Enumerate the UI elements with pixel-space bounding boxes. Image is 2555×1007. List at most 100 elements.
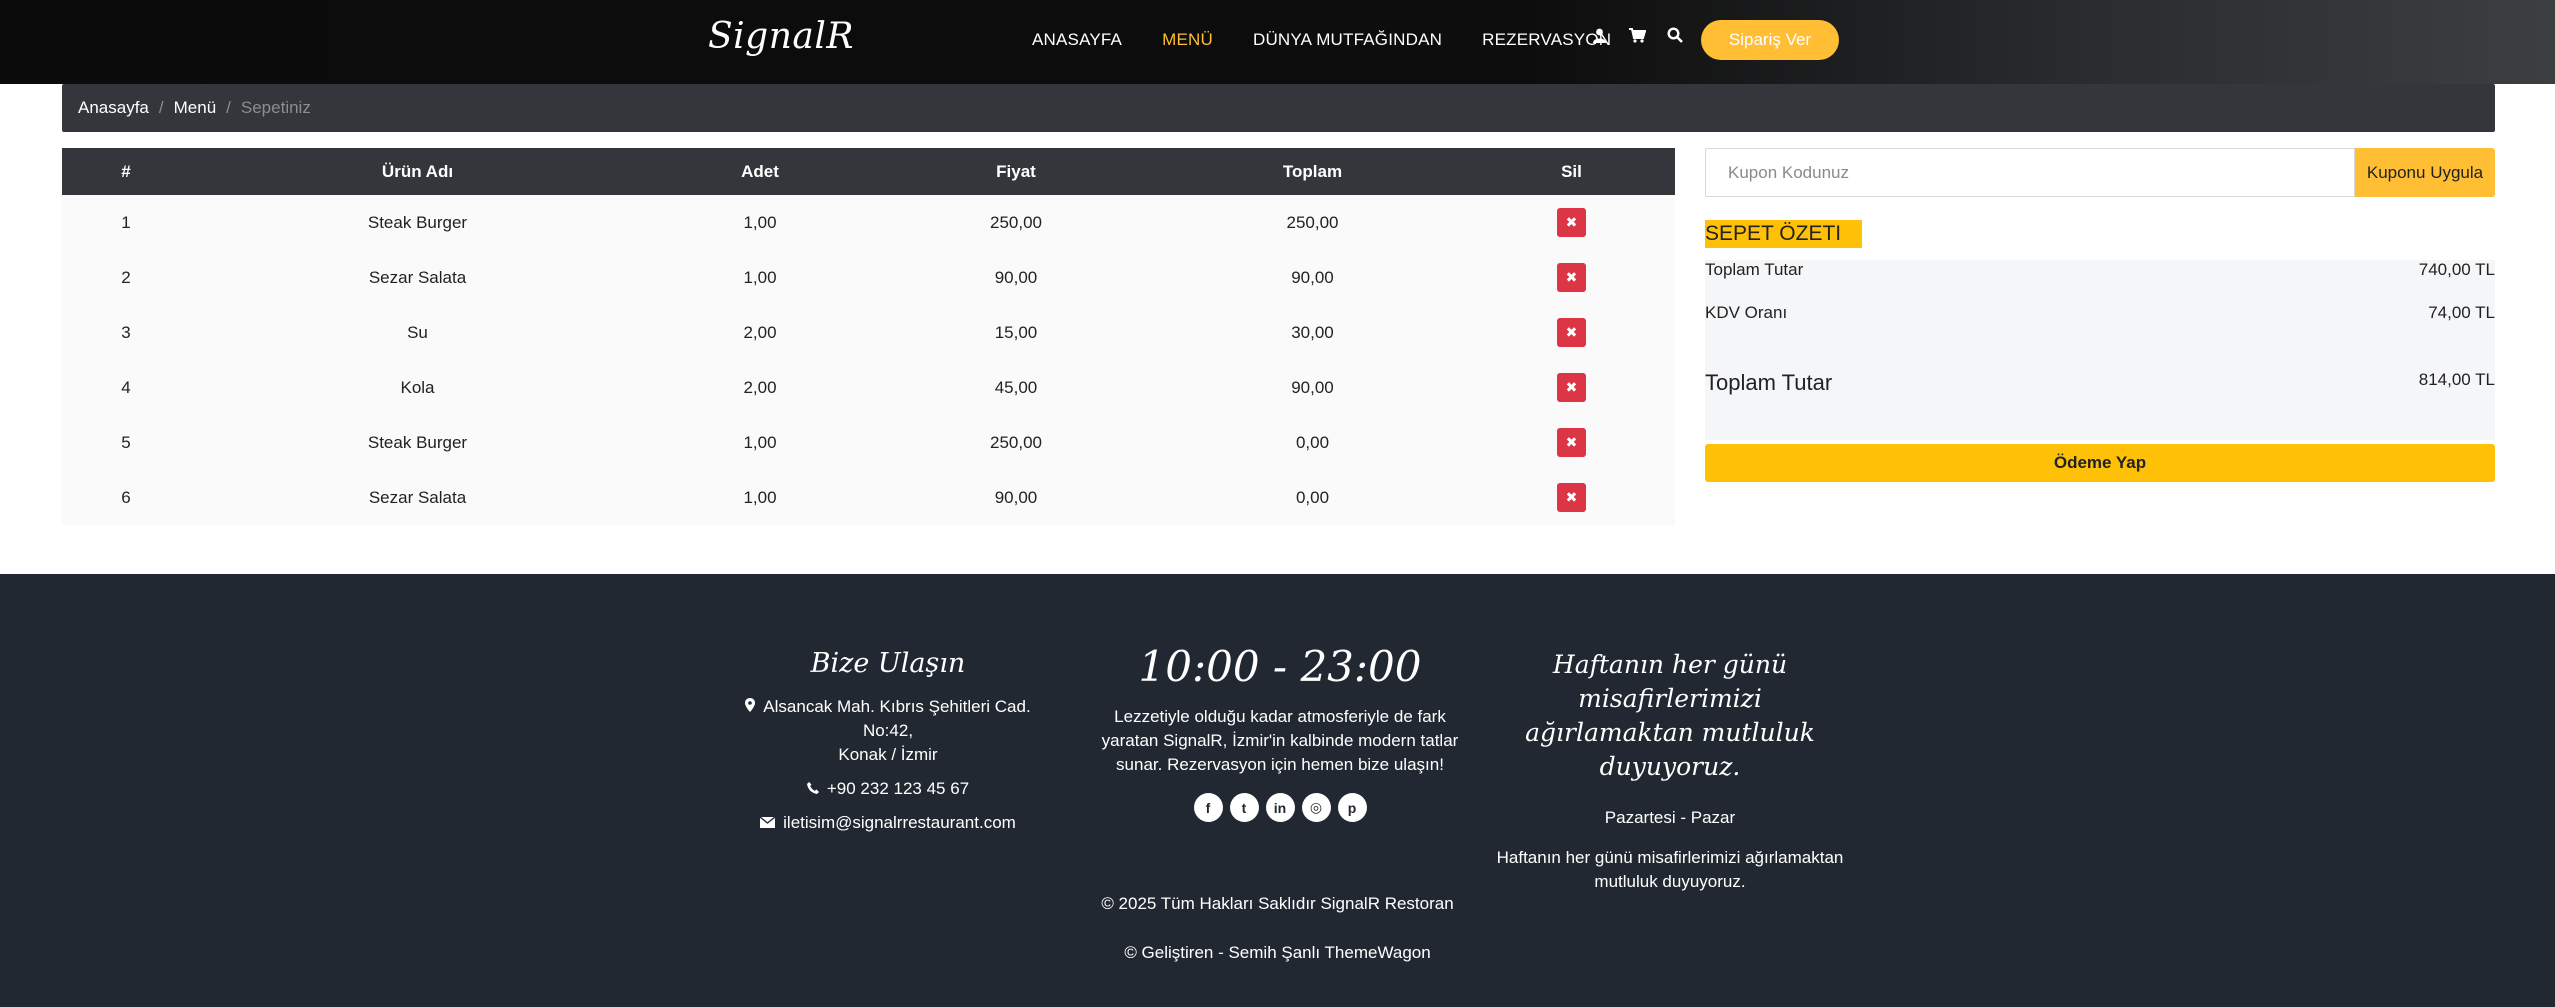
product-name: Kola (190, 360, 645, 415)
footer-contact: Bize Ulaşın Alsancak Mah. Kıbrıs Şehitle… (718, 574, 1058, 835)
table-row: 2 Sezar Salata 1,00 90,00 90,00 ✖ (62, 250, 1675, 305)
location-icon (745, 695, 756, 719)
row-number: 2 (62, 250, 190, 305)
search-icon[interactable] (1666, 26, 1684, 44)
product-quantity: 1,00 (645, 415, 875, 470)
cart-summary: Toplam Tutar 740,00 TL KDV Oranı 74,00 T… (1705, 260, 2495, 440)
order-button[interactable]: Sipariş Ver (1701, 20, 1839, 60)
hours-title: 10:00 - 23:00 (1138, 642, 1422, 691)
product-name: Sezar Salata (190, 470, 645, 525)
delete-button[interactable]: ✖ (1557, 428, 1586, 457)
phone-text[interactable]: +90 232 123 45 67 (827, 779, 969, 798)
coupon-input[interactable] (1705, 148, 2355, 197)
table-row: 4 Kola 2,00 45,00 90,00 ✖ (62, 360, 1675, 415)
product-quantity: 1,00 (645, 195, 875, 250)
table-row: 1 Steak Burger 1,00 250,00 250,00 ✖ (62, 195, 1675, 250)
envelope-icon (759, 811, 776, 835)
total-label: Toplam Tutar (1705, 370, 1833, 395)
summary-title: SEPET ÖZETI (1705, 220, 1863, 248)
delete-button[interactable]: ✖ (1557, 318, 1586, 347)
total-value: 814,00 TL (2418, 370, 2495, 389)
product-total: 90,00 (1157, 250, 1468, 305)
product-quantity: 2,00 (645, 305, 875, 360)
breadcrumb-current: Sepetiniz (240, 98, 311, 117)
delete-button[interactable]: ✖ (1557, 208, 1586, 237)
hours-desc-3: sunar. Rezervasyon için hemen bize ulaşı… (1116, 755, 1444, 774)
hours-desc-1: Lezzetiyle olduğu kadar atmosferiyle de … (1114, 707, 1446, 726)
instagram-icon[interactable]: ◎ (1301, 793, 1331, 822)
open-days: Pazartesi - Pazar (1604, 808, 1736, 827)
twitter-icon[interactable]: t (1229, 793, 1259, 822)
nav-item-anasayfa[interactable]: ANASAYFA (1032, 30, 1122, 50)
linkedin-icon[interactable]: in (1265, 793, 1295, 822)
breadcrumb-menu[interactable]: Menü (174, 98, 217, 118)
address-text-2: Konak / İzmir (838, 745, 938, 764)
row-number: 6 (62, 470, 190, 525)
product-price: 250,00 (875, 195, 1157, 250)
product-price: 250,00 (875, 415, 1157, 470)
address-text-1: Alsancak Mah. Kıbrıs Şehitleri Cad. No:4… (763, 697, 1031, 740)
product-name: Steak Burger (190, 195, 645, 250)
user-icon[interactable] (1590, 26, 1608, 44)
column-header-product: Ürün Adı (190, 148, 645, 195)
product-name: Su (190, 305, 645, 360)
site-logo[interactable]: SignalR (708, 16, 854, 57)
product-total: 90,00 (1157, 360, 1468, 415)
address-line: Alsancak Mah. Kıbrıs Şehitleri Cad. No:4… (718, 695, 1058, 743)
product-name: Sezar Salata (190, 250, 645, 305)
product-quantity: 2,00 (645, 360, 875, 415)
copyright-text: © 2025 Tüm Hakları Saklıdır SignalR Rest… (1101, 894, 1454, 913)
email-text[interactable]: iletisim@signalrrestaurant.com (783, 813, 1016, 832)
product-price: 15,00 (875, 305, 1157, 360)
hours-desc-2: yaratan SignalR, İzmir'in kalbinde moder… (1101, 731, 1459, 750)
phone-icon (806, 777, 819, 801)
row-number: 5 (62, 415, 190, 470)
product-total: 0,00 (1157, 415, 1468, 470)
footer-welcome: Haftanın her günü misafirlerimizi ağırla… (1480, 574, 1860, 894)
contact-title: Bize Ulaşın (810, 648, 966, 679)
subtotal-label: Toplam Tutar (1705, 260, 1804, 279)
breadcrumb-separator: / (226, 98, 231, 117)
summary-subtotal-row: Toplam Tutar 740,00 TL (1705, 260, 2495, 280)
column-header-price: Fiyat (875, 148, 1157, 195)
footer-hours: 10:00 - 23:00 Lezzetiyle olduğu kadar at… (1090, 574, 1470, 822)
product-quantity: 1,00 (645, 250, 875, 305)
site-header: SignalR ANASAYFA MENÜ DÜNYA MUTFAĞINDAN … (0, 0, 2555, 84)
row-number: 1 (62, 195, 190, 250)
product-name: Steak Burger (190, 415, 645, 470)
delete-button[interactable]: ✖ (1557, 263, 1586, 292)
product-quantity: 1,00 (645, 470, 875, 525)
phone-line: +90 232 123 45 67 (718, 777, 1058, 801)
nav-item-dunya-mutfagindan[interactable]: DÜNYA MUTFAĞINDAN (1253, 30, 1442, 50)
column-header-quantity: Adet (645, 148, 875, 195)
product-total: 0,00 (1157, 470, 1468, 525)
welcome-title-2: ağırlamaktan mutluluk duyuyoruz. (1525, 718, 1815, 781)
tax-label: KDV Oranı (1705, 303, 1788, 322)
delete-button[interactable]: ✖ (1557, 373, 1586, 402)
column-header-total: Toplam (1157, 148, 1468, 195)
table-header-row: # Ürün Adı Adet Fiyat Toplam Sil (62, 148, 1675, 195)
welcome-title-1: Haftanın her günü misafirlerimizi (1552, 650, 1788, 713)
tax-value: 74,00 TL (2428, 303, 2495, 322)
summary-tax-row: KDV Oranı 74,00 TL (1705, 303, 2495, 323)
delete-button[interactable]: ✖ (1557, 483, 1586, 512)
breadcrumb: Anasayfa / Menü / Sepetiniz (62, 84, 2495, 132)
cart-icon[interactable] (1628, 26, 1646, 44)
pay-button[interactable]: Ödeme Yap (1705, 444, 2495, 482)
nav-item-menu[interactable]: MENÜ (1162, 30, 1213, 50)
breadcrumb-anasayfa[interactable]: Anasayfa (78, 98, 149, 118)
column-header-delete: Sil (1468, 148, 1675, 195)
pinterest-icon[interactable]: p (1337, 793, 1367, 822)
main-nav: ANASAYFA MENÜ DÜNYA MUTFAĞINDAN REZERVAS… (1032, 0, 1611, 80)
apply-coupon-button[interactable]: Kuponu Uygula (2355, 148, 2495, 197)
breadcrumb-separator: / (158, 98, 164, 117)
developer-credit: © Geliştiren - Semih Şanlı ThemeWagon (1124, 943, 1431, 962)
product-price: 90,00 (875, 470, 1157, 525)
product-price: 90,00 (875, 250, 1157, 305)
welcome-desc-2: mutluluk duyuyoruz. (1594, 872, 1746, 891)
row-number: 3 (62, 305, 190, 360)
cart-table: # Ürün Adı Adet Fiyat Toplam Sil 1 Steak… (62, 148, 1675, 525)
facebook-icon[interactable]: f (1193, 793, 1223, 822)
site-footer: Bize Ulaşın Alsancak Mah. Kıbrıs Şehitle… (0, 574, 2555, 1007)
row-number: 4 (62, 360, 190, 415)
